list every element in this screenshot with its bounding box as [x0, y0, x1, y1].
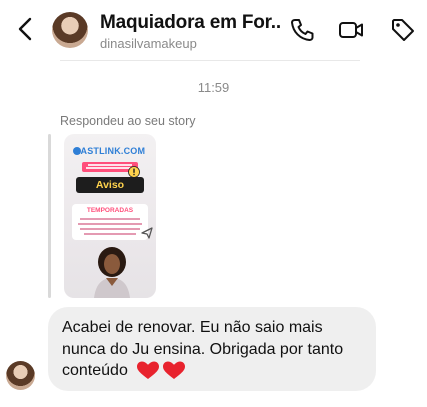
contact-name[interactable]: Maquiadora em For...	[100, 12, 282, 34]
story-pink-text-line	[86, 167, 134, 169]
story-text-line	[80, 218, 140, 220]
story-logo-text: LASTLINK.COM	[74, 146, 146, 156]
story-preview[interactable]: LASTLINK.COM Aviso TEMPORADAS	[64, 134, 156, 298]
contact-avatar[interactable]	[52, 12, 88, 48]
tag-icon[interactable]	[389, 16, 417, 44]
share-icon[interactable]	[140, 226, 154, 240]
message-text: Acabei de renovar. Eu não saio mais nunc…	[62, 317, 362, 382]
story-text-line	[78, 223, 142, 225]
story-reply-label: Respondeu ao seu story	[60, 114, 196, 128]
message-body: Acabei de renovar. Eu não saio mais nunc…	[62, 319, 344, 379]
phone-icon[interactable]	[288, 16, 316, 44]
story-text-line	[80, 228, 140, 230]
story-pink-text-line	[88, 164, 132, 166]
reply-indicator-bar	[48, 134, 51, 298]
story-text-line	[84, 233, 136, 235]
story-person-photo	[94, 247, 130, 298]
video-camera-icon[interactable]	[337, 16, 365, 44]
contact-handle[interactable]: dinasilvamakeup	[100, 36, 197, 51]
back-chevron-icon[interactable]	[14, 16, 38, 42]
heart-emoji-icon: ❤️❤️	[136, 361, 185, 382]
message-timestamp: 11:59	[197, 80, 230, 95]
chat-header: Maquiadora em For... dinasilvamakeup	[0, 0, 427, 60]
emoji-value: ❤️❤️	[136, 380, 139, 382]
sender-avatar[interactable]	[6, 361, 35, 390]
story-heading: TEMPORADAS	[86, 207, 134, 214]
header-divider	[60, 60, 360, 61]
story-banner: Aviso	[76, 177, 144, 193]
